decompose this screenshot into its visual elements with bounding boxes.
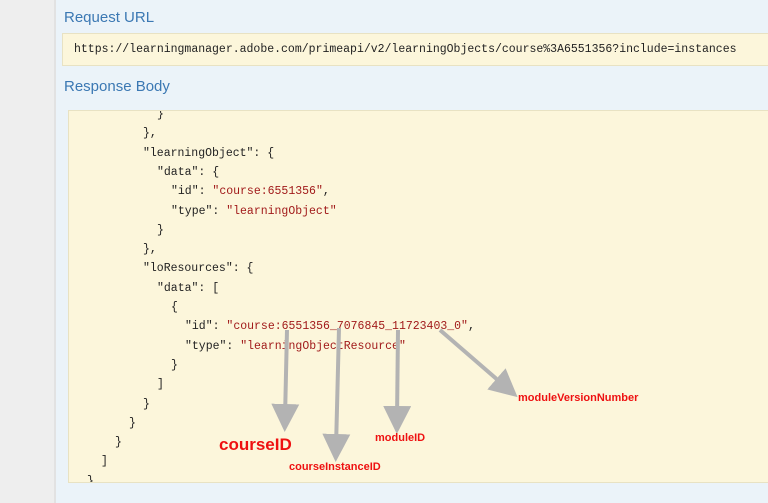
course-instance-id-annotation: courseInstanceID: [289, 461, 381, 473]
course-id-arrow: [271, 329, 300, 432]
swagger-try-it-out-panel: Request URL https://learningmanager.adob…: [0, 0, 768, 503]
module-id-arrow: [383, 329, 412, 434]
module-version-number-annotation: moduleVersionNumber: [518, 392, 639, 404]
annotation-arrows: [271, 327, 518, 462]
course-id-annotation: courseID: [219, 435, 292, 454]
module-version-number-arrow: [438, 328, 518, 398]
course-instance-id-arrow: [322, 327, 351, 462]
module-id-annotation: moduleID: [375, 432, 426, 444]
